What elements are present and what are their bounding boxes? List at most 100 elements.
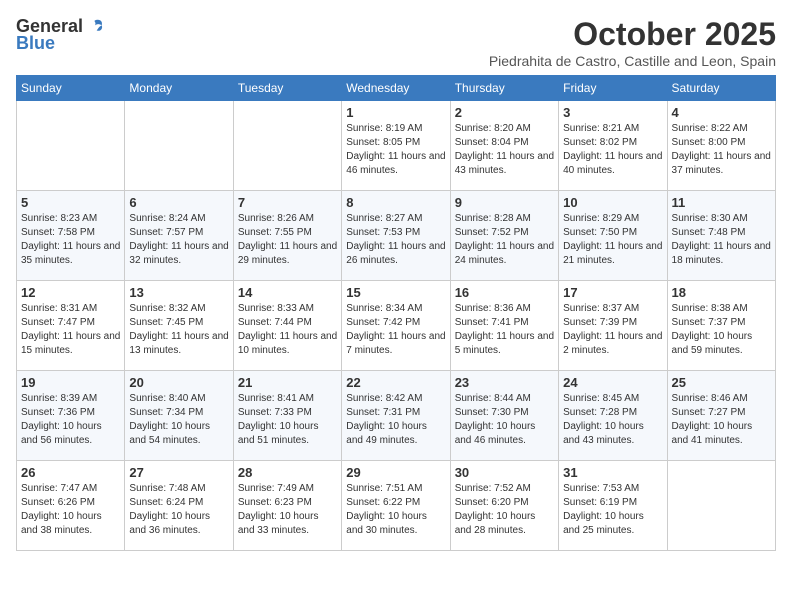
calendar-cell: 29Sunrise: 7:51 AM Sunset: 6:22 PM Dayli… bbox=[342, 461, 450, 551]
day-of-week-header: Monday bbox=[125, 76, 233, 101]
calendar-cell: 3 Sunrise: 8:21 AM Sunset: 8:02 PM Daylig… bbox=[559, 101, 667, 191]
day-number: 12 bbox=[21, 285, 120, 300]
calendar-cell: 5Sunrise: 8:23 AM Sunset: 7:58 PM Daylig… bbox=[17, 191, 125, 281]
calendar-cell: 17 Sunrise: 8:37 AM Sunset: 7:39 PM Dayli… bbox=[559, 281, 667, 371]
calendar-week-row: 5Sunrise: 8:23 AM Sunset: 7:58 PM Daylig… bbox=[17, 191, 776, 281]
logo-bird-icon bbox=[85, 17, 105, 37]
title-section: October 2025 Piedrahita de Castro, Casti… bbox=[489, 16, 776, 69]
calendar-week-row: 1 Sunrise: 8:19 AM Sunset: 8:05 PM Daylig… bbox=[17, 101, 776, 191]
day-info: Sunrise: 8:28 AM Sunset: 7:52 PM Dayligh… bbox=[455, 212, 554, 268]
day-of-week-header: Thursday bbox=[450, 76, 558, 101]
page-header: General Blue October 2025 Piedrahita de … bbox=[16, 16, 776, 69]
calendar-cell: 28 Sunrise: 7:49 AM Sunset: 6:23 PM Dayli… bbox=[233, 461, 341, 551]
day-number: 7 bbox=[238, 195, 337, 210]
day-number: 28 bbox=[238, 465, 337, 480]
calendar-cell bbox=[667, 461, 775, 551]
day-info: Sunrise: 8:36 AM Sunset: 7:41 PM Dayligh… bbox=[455, 302, 554, 358]
day-info: Sunrise: 7:49 AM Sunset: 6:23 PM Dayligh… bbox=[238, 482, 337, 538]
day-number: 14 bbox=[238, 285, 337, 300]
day-info: Sunrise: 8:39 AM Sunset: 7:36 PM Dayligh… bbox=[21, 392, 120, 448]
calendar-cell: 1 Sunrise: 8:19 AM Sunset: 8:05 PM Daylig… bbox=[342, 101, 450, 191]
day-number: 31 bbox=[563, 465, 662, 480]
calendar-cell: 2 Sunrise: 8:20 AM Sunset: 8:04 PM Daylig… bbox=[450, 101, 558, 191]
day-info: Sunrise: 8:32 AM Sunset: 7:45 PM Dayligh… bbox=[129, 302, 228, 358]
day-info: Sunrise: 8:44 AM Sunset: 7:30 PM Dayligh… bbox=[455, 392, 554, 448]
calendar-cell bbox=[125, 101, 233, 191]
calendar-cell: 6Sunrise: 8:24 AM Sunset: 7:57 PM Daylig… bbox=[125, 191, 233, 281]
calendar-week-row: 26 Sunrise: 7:47 AM Sunset: 6:26 PM Dayli… bbox=[17, 461, 776, 551]
day-number: 18 bbox=[672, 285, 771, 300]
day-info: Sunrise: 7:53 AM Sunset: 6:19 PM Dayligh… bbox=[563, 482, 662, 538]
calendar-cell: 10Sunrise: 8:29 AM Sunset: 7:50 PM Dayli… bbox=[559, 191, 667, 281]
day-number: 6 bbox=[129, 195, 228, 210]
calendar-week-row: 12Sunrise: 8:31 AM Sunset: 7:47 PM Dayli… bbox=[17, 281, 776, 371]
day-number: 20 bbox=[129, 375, 228, 390]
day-info: Sunrise: 8:21 AM Sunset: 8:02 PM Dayligh… bbox=[563, 122, 662, 178]
day-info: Sunrise: 8:34 AM Sunset: 7:42 PM Dayligh… bbox=[346, 302, 445, 358]
day-number: 26 bbox=[21, 465, 120, 480]
calendar-cell: 8 Sunrise: 8:27 AM Sunset: 7:53 PM Daylig… bbox=[342, 191, 450, 281]
calendar-table: SundayMondayTuesdayWednesdayThursdayFrid… bbox=[16, 75, 776, 551]
calendar-cell: 13Sunrise: 8:32 AM Sunset: 7:45 PM Dayli… bbox=[125, 281, 233, 371]
day-info: Sunrise: 8:40 AM Sunset: 7:34 PM Dayligh… bbox=[129, 392, 228, 448]
day-number: 17 bbox=[563, 285, 662, 300]
calendar-week-row: 19 Sunrise: 8:39 AM Sunset: 7:36 PM Dayli… bbox=[17, 371, 776, 461]
day-number: 2 bbox=[455, 105, 554, 120]
day-of-week-header: Tuesday bbox=[233, 76, 341, 101]
day-number: 25 bbox=[672, 375, 771, 390]
day-of-week-header: Sunday bbox=[17, 76, 125, 101]
day-number: 27 bbox=[129, 465, 228, 480]
calendar-cell: 30 Sunrise: 7:52 AM Sunset: 6:20 PM Dayli… bbox=[450, 461, 558, 551]
calendar-cell: 24 Sunrise: 8:45 AM Sunset: 7:28 PM Dayli… bbox=[559, 371, 667, 461]
day-number: 15 bbox=[346, 285, 445, 300]
day-info: Sunrise: 8:20 AM Sunset: 8:04 PM Dayligh… bbox=[455, 122, 554, 178]
day-of-week-header: Wednesday bbox=[342, 76, 450, 101]
day-info: Sunrise: 8:46 AM Sunset: 7:27 PM Dayligh… bbox=[672, 392, 771, 448]
calendar-cell: 23Sunrise: 8:44 AM Sunset: 7:30 PM Dayli… bbox=[450, 371, 558, 461]
day-info: Sunrise: 8:22 AM Sunset: 8:00 PM Dayligh… bbox=[672, 122, 771, 178]
day-number: 22 bbox=[346, 375, 445, 390]
logo-blue: Blue bbox=[16, 33, 55, 54]
day-of-week-header: Saturday bbox=[667, 76, 775, 101]
calendar-cell: 20 Sunrise: 8:40 AM Sunset: 7:34 PM Dayli… bbox=[125, 371, 233, 461]
day-info: Sunrise: 7:47 AM Sunset: 6:26 PM Dayligh… bbox=[21, 482, 120, 538]
day-number: 11 bbox=[672, 195, 771, 210]
day-info: Sunrise: 7:52 AM Sunset: 6:20 PM Dayligh… bbox=[455, 482, 554, 538]
day-number: 4 bbox=[672, 105, 771, 120]
calendar-cell: 18 Sunrise: 8:38 AM Sunset: 7:37 PM Dayli… bbox=[667, 281, 775, 371]
day-info: Sunrise: 8:19 AM Sunset: 8:05 PM Dayligh… bbox=[346, 122, 445, 178]
calendar-cell: 22 Sunrise: 8:42 AM Sunset: 7:31 PM Dayli… bbox=[342, 371, 450, 461]
calendar-cell: 4 Sunrise: 8:22 AM Sunset: 8:00 PM Daylig… bbox=[667, 101, 775, 191]
day-info: Sunrise: 8:26 AM Sunset: 7:55 PM Dayligh… bbox=[238, 212, 337, 268]
day-number: 16 bbox=[455, 285, 554, 300]
calendar-cell: 26 Sunrise: 7:47 AM Sunset: 6:26 PM Dayli… bbox=[17, 461, 125, 551]
day-number: 30 bbox=[455, 465, 554, 480]
day-number: 3 bbox=[563, 105, 662, 120]
day-of-week-header: Friday bbox=[559, 76, 667, 101]
calendar-cell: 12Sunrise: 8:31 AM Sunset: 7:47 PM Dayli… bbox=[17, 281, 125, 371]
day-number: 5 bbox=[21, 195, 120, 210]
day-info: Sunrise: 8:38 AM Sunset: 7:37 PM Dayligh… bbox=[672, 302, 771, 358]
day-info: Sunrise: 8:37 AM Sunset: 7:39 PM Dayligh… bbox=[563, 302, 662, 358]
day-info: Sunrise: 8:41 AM Sunset: 7:33 PM Dayligh… bbox=[238, 392, 337, 448]
day-number: 8 bbox=[346, 195, 445, 210]
calendar-cell bbox=[17, 101, 125, 191]
day-number: 19 bbox=[21, 375, 120, 390]
calendar-cell: 19 Sunrise: 8:39 AM Sunset: 7:36 PM Dayli… bbox=[17, 371, 125, 461]
calendar-cell: 25 Sunrise: 8:46 AM Sunset: 7:27 PM Dayli… bbox=[667, 371, 775, 461]
day-info: Sunrise: 8:33 AM Sunset: 7:44 PM Dayligh… bbox=[238, 302, 337, 358]
day-number: 1 bbox=[346, 105, 445, 120]
calendar-cell: 7 Sunrise: 8:26 AM Sunset: 7:55 PM Daylig… bbox=[233, 191, 341, 281]
calendar-header-row: SundayMondayTuesdayWednesdayThursdayFrid… bbox=[17, 76, 776, 101]
calendar-cell bbox=[233, 101, 341, 191]
calendar-cell: 31 Sunrise: 7:53 AM Sunset: 6:19 PM Dayli… bbox=[559, 461, 667, 551]
month-title: October 2025 bbox=[489, 16, 776, 53]
day-info: Sunrise: 8:42 AM Sunset: 7:31 PM Dayligh… bbox=[346, 392, 445, 448]
day-info: Sunrise: 8:45 AM Sunset: 7:28 PM Dayligh… bbox=[563, 392, 662, 448]
day-info: Sunrise: 8:27 AM Sunset: 7:53 PM Dayligh… bbox=[346, 212, 445, 268]
calendar-cell: 11 Sunrise: 8:30 AM Sunset: 7:48 PM Dayli… bbox=[667, 191, 775, 281]
day-info: Sunrise: 7:51 AM Sunset: 6:22 PM Dayligh… bbox=[346, 482, 445, 538]
day-info: Sunrise: 8:30 AM Sunset: 7:48 PM Dayligh… bbox=[672, 212, 771, 268]
calendar-cell: 14 Sunrise: 8:33 AM Sunset: 7:44 PM Dayli… bbox=[233, 281, 341, 371]
day-number: 24 bbox=[563, 375, 662, 390]
